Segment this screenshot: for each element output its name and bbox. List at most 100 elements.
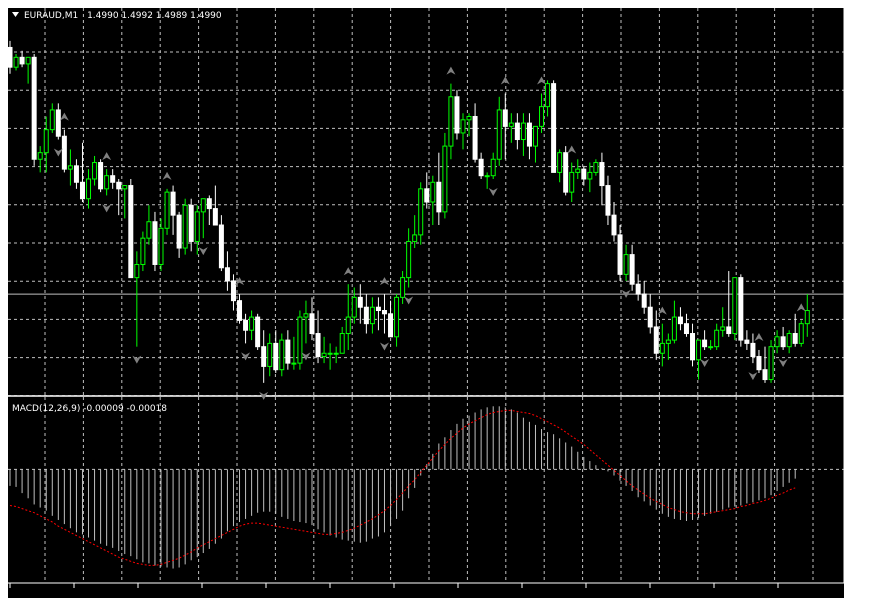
candle-body: [19, 56, 25, 65]
candle-body: [170, 191, 176, 216]
candle-body: [520, 122, 526, 141]
candle-body: [756, 356, 762, 371]
candle-body: [158, 227, 164, 265]
candle-body: [140, 237, 146, 265]
candle: [255, 313, 261, 350]
candle: [31, 54, 37, 166]
candle-body: [424, 188, 430, 203]
candle-body: [696, 339, 702, 361]
candle-body: [394, 296, 400, 338]
candle: [454, 90, 460, 140]
candle-body: [255, 316, 261, 348]
candle-body: [641, 293, 647, 308]
chart-canvas[interactable]: EURAUD,M1 1.4990 1.4992 1.4989 1.4990 MA…: [0, 0, 881, 615]
candle-body: [200, 198, 206, 213]
candle-body: [7, 46, 13, 68]
candle-body: [400, 277, 406, 298]
candle-body: [327, 352, 333, 355]
candle-body: [738, 277, 744, 341]
candle-body: [545, 83, 551, 108]
candle: [551, 80, 557, 173]
candle: [61, 129, 67, 173]
candle-body: [436, 181, 442, 213]
candle-body: [442, 145, 448, 213]
candle-body: [375, 306, 381, 312]
candle: [164, 188, 170, 235]
candle-body: [339, 333, 345, 354]
candle: [297, 310, 303, 370]
candle-body: [25, 56, 31, 65]
candle-body: [249, 316, 255, 331]
candle-body: [357, 296, 363, 308]
time-label: 17 Nov 13:45: [586, 599, 647, 609]
time-label: 17 Nov 12:41: [74, 599, 135, 609]
candle-body: [146, 221, 152, 239]
candle-body: [291, 362, 297, 365]
candle-body: [206, 198, 212, 210]
candle-body: [508, 122, 514, 127]
candle-body: [502, 109, 508, 127]
time-label: 17 Nov 14:01: [714, 599, 775, 609]
candle-body: [224, 267, 230, 282]
candle-body: [31, 56, 37, 160]
candle-body: [599, 162, 605, 187]
time-label: 17 Nov 12:57: [202, 599, 263, 609]
candle-body: [110, 175, 116, 183]
candle-body: [563, 152, 569, 193]
candle-body: [744, 339, 750, 344]
candle-body: [333, 352, 339, 355]
candle-body: [152, 221, 158, 265]
candle-body: [261, 346, 267, 367]
candle-body: [587, 171, 593, 180]
candle-body: [369, 306, 375, 325]
candle-body: [484, 175, 490, 178]
candle-body: [732, 277, 738, 335]
candle-body: [351, 296, 357, 318]
candle-body: [55, 109, 61, 137]
candle-body: [61, 135, 67, 170]
candle-body: [448, 96, 454, 147]
time-label: 17 Nov 2015: [10, 599, 68, 609]
candle-body: [176, 214, 182, 249]
candle-body: [490, 158, 496, 177]
candle-body: [726, 326, 732, 335]
candle-body: [67, 165, 73, 170]
candle-body: [551, 83, 557, 173]
candle-body: [780, 336, 786, 348]
candle-body: [188, 204, 194, 242]
candle-body: [116, 181, 122, 190]
symbol-label: EURAUD,M1: [24, 11, 78, 21]
candle: [768, 340, 774, 383]
candle-body: [478, 158, 484, 177]
time-label: 17 Nov 13:53: [650, 599, 711, 609]
ohlc-label: 1.4990 1.4992 1.4989 1.4990: [87, 11, 222, 21]
candle-body: [218, 224, 224, 269]
candle-body: [237, 300, 243, 321]
candle-body: [647, 306, 653, 328]
candle-body: [539, 106, 545, 127]
candle-body: [303, 313, 309, 318]
candle-body: [581, 168, 587, 180]
candle-body: [92, 162, 98, 180]
candle-body: [388, 313, 394, 338]
candle-body: [86, 178, 92, 200]
candle-body: [466, 116, 472, 121]
candle: [442, 132, 448, 219]
candle-body: [79, 181, 85, 200]
candle-body: [514, 122, 520, 141]
time-label: 17 Nov 12:49: [138, 599, 199, 609]
candle-body: [243, 319, 249, 331]
candle-body: [708, 346, 714, 349]
candle-body: [412, 234, 418, 242]
candle-body: [104, 175, 110, 190]
candle-body: [593, 162, 599, 173]
candle-body: [418, 188, 424, 236]
candle-body: [774, 336, 780, 348]
candle-body: [406, 240, 412, 279]
candle-body: [454, 96, 460, 134]
candle-body: [37, 152, 43, 160]
candle-body: [665, 339, 671, 344]
candle: [279, 333, 285, 377]
candle-body: [164, 191, 170, 229]
candle: [98, 159, 104, 193]
